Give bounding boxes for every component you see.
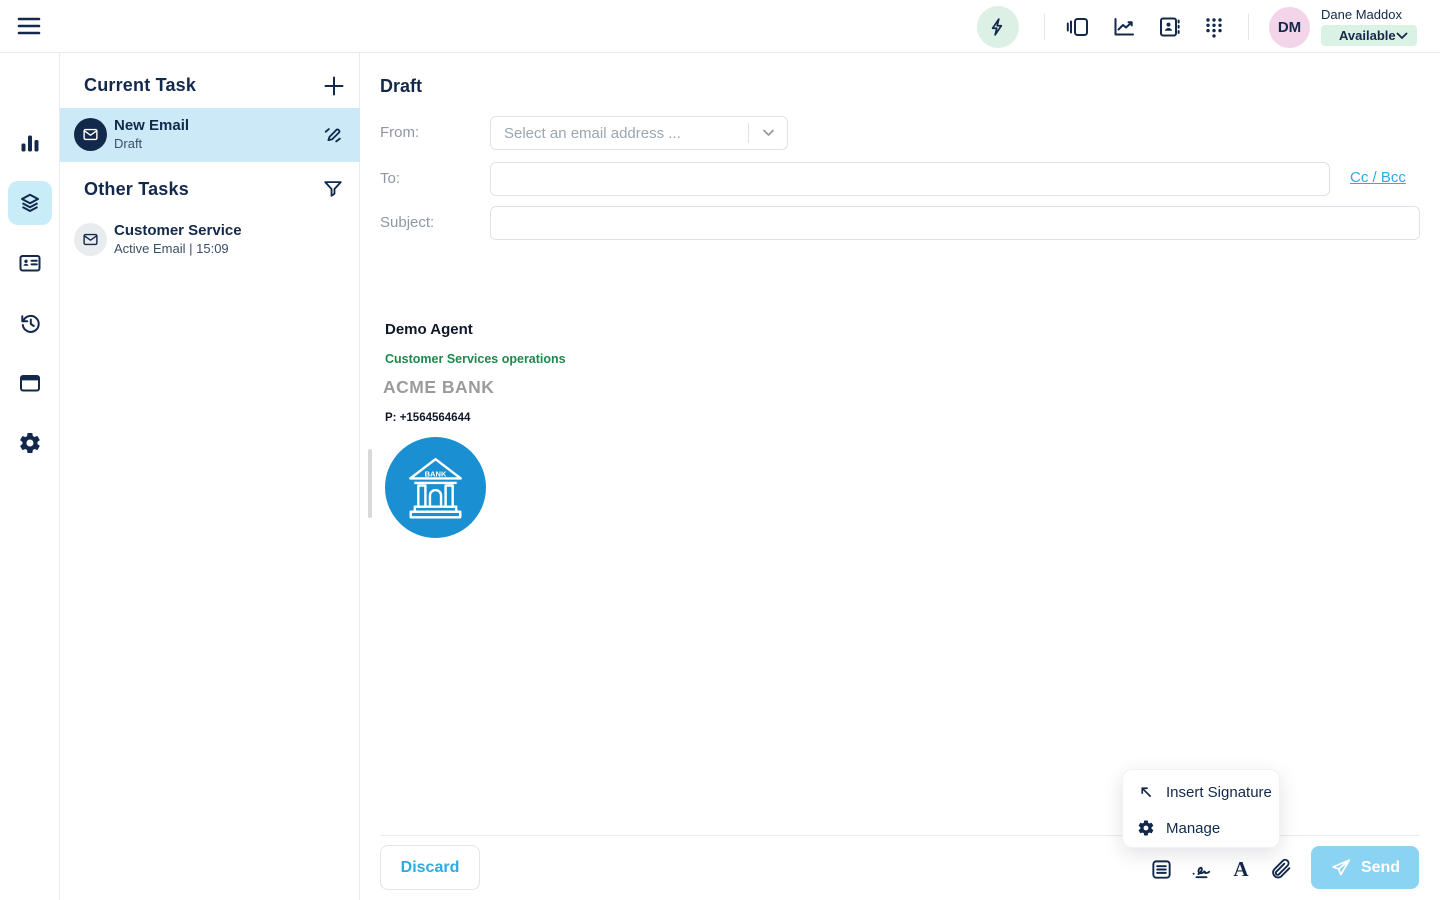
signature-menu: Insert Signature Manage (1122, 769, 1280, 848)
topbar-divider (1044, 14, 1045, 40)
page-title: Draft (380, 76, 422, 97)
menu-icon[interactable] (16, 15, 44, 37)
discard-button[interactable]: Discard (380, 845, 480, 890)
browser-icon[interactable] (18, 371, 42, 395)
email-icon (74, 118, 107, 151)
task-row-customer-service[interactable]: Customer Service Active Email | 15:09 (60, 213, 360, 267)
edit-draft-icon[interactable] (322, 123, 346, 147)
dialpad-icon[interactable] (1202, 15, 1226, 39)
to-input[interactable] (490, 162, 1330, 196)
font-style-glyph: A (1233, 857, 1248, 881)
send-label: Send (1361, 859, 1400, 877)
avatar[interactable]: DM (1269, 7, 1310, 48)
signature-icon[interactable] (1189, 857, 1213, 881)
subject-input[interactable] (490, 206, 1420, 240)
contacts-book-icon[interactable] (1157, 15, 1181, 39)
task-subtitle: Active Email | 15:09 (114, 241, 229, 256)
from-label: From: (380, 124, 419, 141)
tasks-panel: Current Task New Email Draft Other Tasks (60, 53, 360, 900)
chevron-down-icon (1396, 32, 1408, 40)
analytics-icon[interactable] (1112, 15, 1136, 39)
app-window: DM Dane Maddox Available (0, 0, 1440, 900)
cc-bcc-link[interactable]: Cc / Bcc (1350, 169, 1406, 186)
tasks-stack-icon[interactable] (8, 181, 52, 225)
settings-gear-icon[interactable] (18, 431, 42, 455)
status-dropdown[interactable]: Available (1321, 25, 1417, 46)
gear-icon (1137, 819, 1155, 837)
avatar-initials: DM (1278, 19, 1301, 36)
stats-icon[interactable] (18, 131, 42, 155)
email-icon (74, 223, 107, 256)
add-task-icon[interactable] (322, 73, 348, 99)
other-tasks-heading: Other Tasks (84, 179, 189, 200)
current-task-heading: Current Task (84, 75, 196, 96)
status-label: Available (1339, 28, 1396, 43)
contact-card-icon[interactable] (18, 251, 42, 275)
attachment-icon[interactable] (1269, 857, 1293, 881)
to-label: To: (380, 170, 400, 187)
task-subtitle: Draft (114, 136, 142, 151)
filter-icon[interactable] (322, 177, 346, 201)
user-name: Dane Maddox (1321, 7, 1402, 22)
template-list-icon[interactable] (1150, 857, 1174, 881)
topbar-divider (1248, 14, 1249, 40)
arrow-up-left-icon (1137, 783, 1155, 801)
from-select[interactable]: Select an email address ... (490, 116, 788, 150)
insert-signature-item[interactable]: Insert Signature (1123, 774, 1279, 810)
send-button[interactable]: Send (1311, 846, 1419, 889)
body-scrollbar[interactable] (368, 449, 372, 518)
from-placeholder: Select an email address ... (491, 125, 748, 142)
bank-logo-label: BANK (425, 469, 447, 478)
manage-signatures-item[interactable]: Manage (1123, 810, 1279, 846)
signature-phone: P: +1564564644 (385, 412, 470, 424)
chevron-down-icon (749, 129, 787, 137)
history-icon[interactable] (18, 311, 42, 335)
task-title: New Email (114, 117, 189, 134)
signature-name: Demo Agent (385, 321, 473, 338)
insert-signature-label: Insert Signature (1166, 784, 1272, 801)
font-style-icon[interactable]: A (1229, 857, 1253, 881)
quick-actions-bolt-icon[interactable] (977, 6, 1019, 48)
signature-company: ACME BANK (383, 377, 494, 398)
top-bar: DM Dane Maddox Available (0, 0, 1440, 53)
subject-label: Subject: (380, 214, 434, 231)
bank-logo: BANK (385, 437, 486, 538)
manage-signatures-label: Manage (1166, 820, 1220, 837)
task-row-new-email[interactable]: New Email Draft (60, 108, 360, 162)
panels-icon[interactable] (1066, 15, 1090, 39)
signature-department: Customer Services operations (385, 352, 566, 366)
task-title: Customer Service (114, 222, 242, 239)
send-plane-icon (1330, 857, 1352, 879)
left-icon-rail (0, 53, 60, 900)
